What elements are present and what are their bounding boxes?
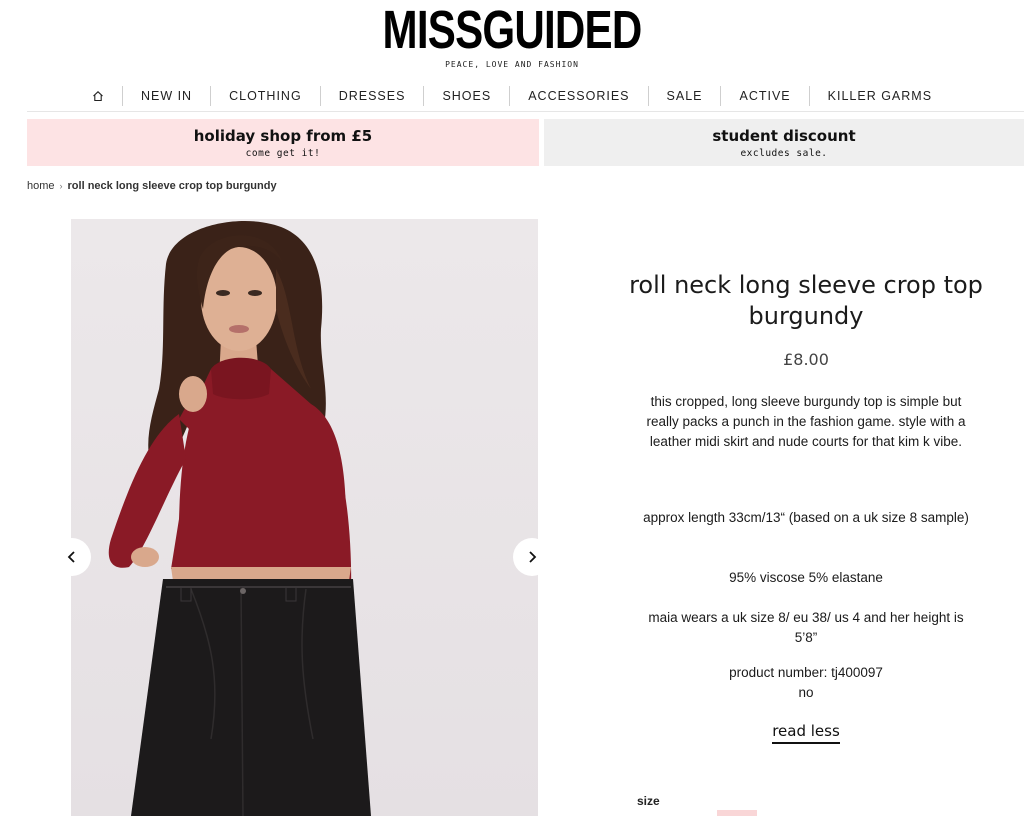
nav-killer-garms[interactable]: KILLER GARMS [808, 86, 950, 106]
product-number: product number: tj400097 [729, 665, 883, 680]
gallery-next-button[interactable] [513, 538, 551, 576]
breadcrumb: home › roll neck long sleeve crop top bu… [27, 180, 277, 192]
product-number-block: product number: tj400097 no [606, 663, 1006, 703]
promo-subtitle: excludes sale. [740, 148, 828, 159]
product-description: this cropped, long sleeve burgundy top i… [646, 394, 966, 449]
product-length: approx length 33cm/13“ (based on a uk si… [643, 510, 969, 525]
size-label: size [637, 794, 660, 808]
read-less-container: read less [606, 722, 1006, 744]
nav-home[interactable] [74, 86, 122, 106]
breadcrumb-current: roll neck long sleeve crop top burgundy [67, 180, 277, 192]
chevron-left-icon [67, 551, 75, 563]
product-extra: no [798, 685, 814, 700]
home-icon [93, 91, 103, 102]
nav-active[interactable]: ACTIVE [720, 86, 808, 106]
gallery-prev-button[interactable] [53, 538, 91, 576]
nav-shoes[interactable]: SHOES [423, 86, 509, 106]
product-price: £8.00 [783, 350, 829, 369]
product-fabric: 95% viscose 5% elastane [729, 570, 883, 585]
product-image[interactable] [71, 219, 538, 816]
main-nav: NEW IN CLOTHING DRESSES SHOES ACCESSORIE… [0, 84, 1024, 108]
logo-container[interactable]: MISSGUIDED [0, 0, 1024, 58]
nav-dresses[interactable]: DRESSES [319, 86, 424, 106]
product-title: roll neck long sleeve crop top burgundy [629, 271, 983, 330]
model-photo [108, 220, 371, 816]
nav-accessories[interactable]: ACCESSORIES [509, 86, 647, 106]
chevron-right-icon [529, 551, 537, 563]
promo-title: student discount [712, 127, 856, 145]
read-less-link[interactable]: read less [772, 722, 840, 744]
product-model-info: maia wears a uk size 8/ eu 38/ us 4 and … [648, 610, 964, 645]
size-option[interactable] [717, 810, 757, 816]
logo[interactable]: MISSGUIDED [382, 2, 642, 58]
nav-new-in[interactable]: NEW IN [121, 86, 210, 106]
nav-divider [27, 111, 1024, 112]
breadcrumb-home[interactable]: home [27, 180, 55, 192]
tagline: PEACE, LOVE AND FASHION [445, 60, 579, 69]
breadcrumb-separator: › [59, 181, 63, 191]
promo-subtitle: come get it! [245, 148, 321, 159]
promo-title: holiday shop from £5 [193, 127, 373, 145]
promo-holiday-shop[interactable]: holiday shop from £5 come get it! [27, 119, 539, 166]
nav-clothing[interactable]: CLOTHING [210, 86, 320, 106]
promo-student-discount[interactable]: student discount excludes sale. [544, 119, 1024, 166]
nav-sale[interactable]: SALE [647, 86, 721, 106]
